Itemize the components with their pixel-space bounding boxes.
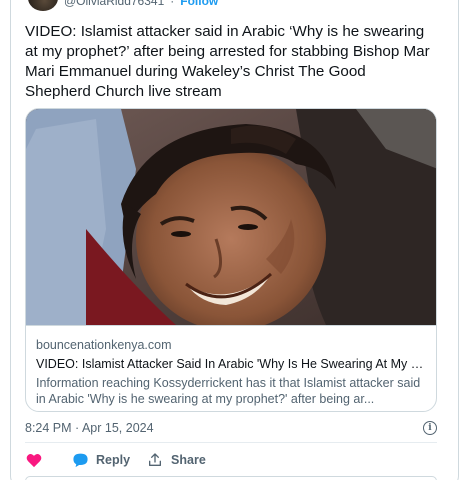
next-card-edge — [25, 476, 437, 480]
reply-icon — [71, 451, 89, 469]
card-image[interactable] — [26, 109, 436, 325]
tweet-text: VIDEO: Islamist attacker said in Arabic … — [25, 23, 430, 100]
timestamp[interactable]: 8:24 PM · Apr 15, 2024 — [25, 421, 154, 435]
author-separator: · — [170, 0, 175, 8]
card-description: Information reaching Kossyderrickent has… — [36, 376, 421, 406]
share-icon — [146, 451, 164, 469]
card-meta: bouncenationkenya.com VIDEO: Islamist At… — [26, 325, 436, 411]
info-icon[interactable]: i — [423, 421, 437, 435]
like-button[interactable] — [25, 451, 43, 469]
reply-button[interactable]: Reply — [71, 451, 130, 469]
card-title[interactable]: VIDEO: Islamist Attacker Said In Arabic … — [36, 356, 428, 373]
share-button[interactable]: Share — [146, 451, 206, 469]
share-label: Share — [171, 453, 206, 467]
follow-button[interactable]: Follow — [180, 0, 218, 8]
link-card[interactable]: bouncenationkenya.com VIDEO: Islamist At… — [25, 108, 437, 412]
action-bar: Reply Share — [25, 450, 206, 470]
divider — [25, 442, 437, 443]
author-handle[interactable]: @OliviaRidd76341 — [64, 0, 164, 8]
author-row: @OliviaRidd76341 · Follow — [28, 0, 218, 11]
avatar[interactable] — [28, 0, 58, 11]
reply-label: Reply — [96, 453, 131, 467]
card-domain: bouncenationkenya.com — [36, 338, 172, 352]
heart-icon — [25, 451, 43, 469]
timestamp-row: 8:24 PM · Apr 15, 2024 i — [25, 419, 437, 437]
